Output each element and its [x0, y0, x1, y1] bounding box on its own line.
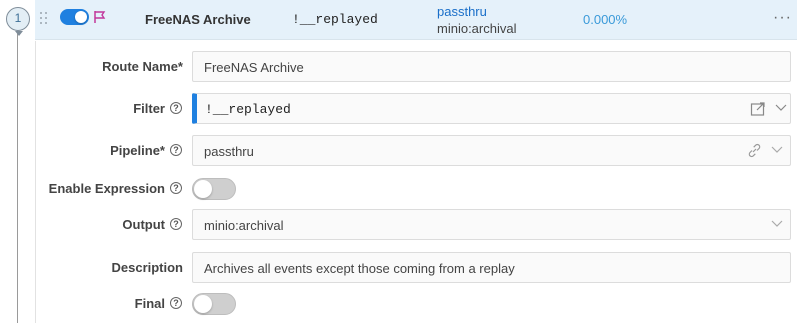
description-row: Description Archives all events except t…: [36, 252, 797, 283]
help-icon[interactable]: ?: [170, 218, 182, 230]
route-enabled-toggle[interactable]: [60, 9, 89, 25]
help-icon[interactable]: ?: [170, 297, 182, 309]
enable-expression-label: Enable Expression: [48, 181, 165, 196]
enable-expression-toggle[interactable]: [192, 178, 236, 200]
route-name[interactable]: FreeNAS Archive: [145, 12, 251, 27]
route-name-input[interactable]: FreeNAS Archive: [192, 51, 791, 82]
output-select[interactable]: minio:archival: [192, 209, 791, 240]
final-row: Final ?: [36, 292, 797, 316]
expand-editor-icon[interactable]: [750, 101, 766, 120]
flag-icon[interactable]: [93, 10, 107, 27]
output-label: Output: [122, 217, 165, 232]
chevron-down-icon[interactable]: [771, 217, 783, 232]
timeline-line: [17, 33, 18, 323]
filter-value: !__replayed: [205, 102, 291, 117]
route-name-row: Route Name* FreeNAS Archive: [36, 51, 797, 82]
description-value: Archives all events except those coming …: [204, 261, 515, 276]
route-pipeline-link[interactable]: passthru: [437, 4, 487, 19]
filter-input[interactable]: !__replayed: [192, 93, 791, 124]
route-name-value: FreeNAS Archive: [204, 60, 304, 75]
filter-label: Filter: [133, 101, 165, 116]
help-icon[interactable]: ?: [170, 102, 182, 114]
output-row: Output ? minio:archival: [36, 209, 797, 240]
description-label: Description: [111, 260, 183, 275]
route-header-row[interactable]: FreeNAS Archive !__replayed passthru min…: [35, 0, 797, 40]
output-value: minio:archival: [204, 218, 284, 233]
pipeline-row: Pipeline* ? passthru: [36, 135, 797, 166]
chevron-down-icon[interactable]: [771, 143, 783, 158]
more-icon[interactable]: ···: [773, 9, 792, 27]
toggle-knob: [194, 295, 212, 313]
pipeline-select[interactable]: passthru: [192, 135, 791, 166]
route-step-badge: 1: [6, 7, 30, 36]
toggle-knob: [75, 11, 87, 23]
chevron-down-icon[interactable]: [775, 101, 787, 116]
final-toggle[interactable]: [192, 293, 236, 315]
route-output: minio:archival: [437, 21, 517, 36]
enable-expression-row: Enable Expression ?: [36, 177, 797, 201]
final-label: Final: [134, 296, 165, 311]
route-form: Route Name* FreeNAS Archive Filter ? !__…: [35, 41, 797, 323]
route-filter: !__replayed: [292, 12, 378, 27]
filter-row: Filter ? !__replayed: [36, 93, 797, 124]
route-percent: 0.000%: [583, 12, 628, 27]
help-icon[interactable]: ?: [170, 182, 182, 194]
toggle-knob: [194, 180, 212, 198]
link-icon[interactable]: [747, 143, 762, 161]
description-input[interactable]: Archives all events except those coming …: [192, 252, 791, 283]
pipeline-label: Pipeline*: [110, 143, 165, 158]
help-icon[interactable]: ?: [170, 144, 182, 156]
pipeline-value: passthru: [204, 144, 254, 159]
drag-handle-icon[interactable]: [40, 12, 48, 28]
route-name-label: Route Name*: [102, 59, 183, 74]
